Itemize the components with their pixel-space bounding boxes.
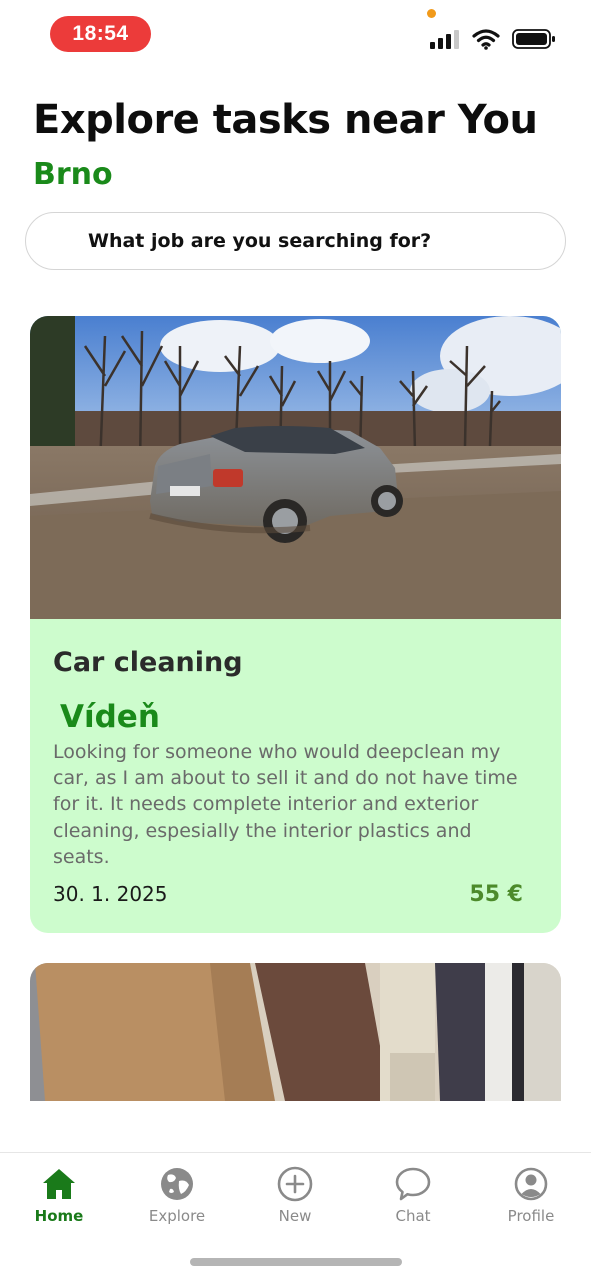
tab-label: Chat — [395, 1207, 431, 1225]
plus-circle-icon — [277, 1166, 313, 1202]
task-photo-furniture-boards — [30, 963, 561, 1101]
page-title: Explore tasks near You — [33, 97, 538, 143]
wifi-icon — [472, 29, 500, 50]
tab-label: Home — [34, 1207, 84, 1225]
battery-icon — [512, 29, 555, 49]
tab-new[interactable]: New — [245, 1165, 345, 1225]
status-bar: 18:54 — [0, 0, 591, 70]
search-input[interactable] — [88, 230, 548, 252]
privacy-indicator-dot — [427, 9, 436, 18]
current-location[interactable]: Brno — [33, 157, 113, 192]
status-icons — [430, 26, 556, 52]
tab-home[interactable]: Home — [9, 1165, 109, 1225]
task-card-partial[interactable] — [30, 963, 561, 1101]
home-indicator — [190, 1258, 402, 1266]
home-icon — [43, 1169, 75, 1199]
tab-profile[interactable]: Profile — [481, 1165, 581, 1225]
chat-bubble-icon — [395, 1167, 431, 1201]
profile-icon — [514, 1167, 548, 1201]
task-photo-muddy-car — [30, 316, 561, 619]
task-details: Car cleaning Vídeň Looking for someone w… — [30, 619, 561, 933]
task-description: Looking for someone who would deepclean … — [53, 741, 518, 868]
task-date: 30. 1. 2025 — [53, 882, 168, 906]
search-bar[interactable] — [25, 212, 566, 270]
tab-chat[interactable]: Chat — [363, 1165, 463, 1225]
tab-label: New — [278, 1207, 312, 1225]
task-price: 55 € — [469, 882, 523, 907]
tab-label: Profile — [507, 1207, 555, 1225]
cellular-signal-icon — [430, 30, 459, 49]
task-title: Car cleaning — [53, 647, 243, 678]
task-card[interactable]: Car cleaning Vídeň Looking for someone w… — [30, 316, 561, 933]
globe-icon — [161, 1168, 193, 1200]
task-city: Vídeň — [60, 699, 160, 735]
tab-label: Explore — [148, 1207, 206, 1225]
tab-explore[interactable]: Explore — [127, 1165, 227, 1225]
status-time: 18:54 — [50, 16, 151, 52]
